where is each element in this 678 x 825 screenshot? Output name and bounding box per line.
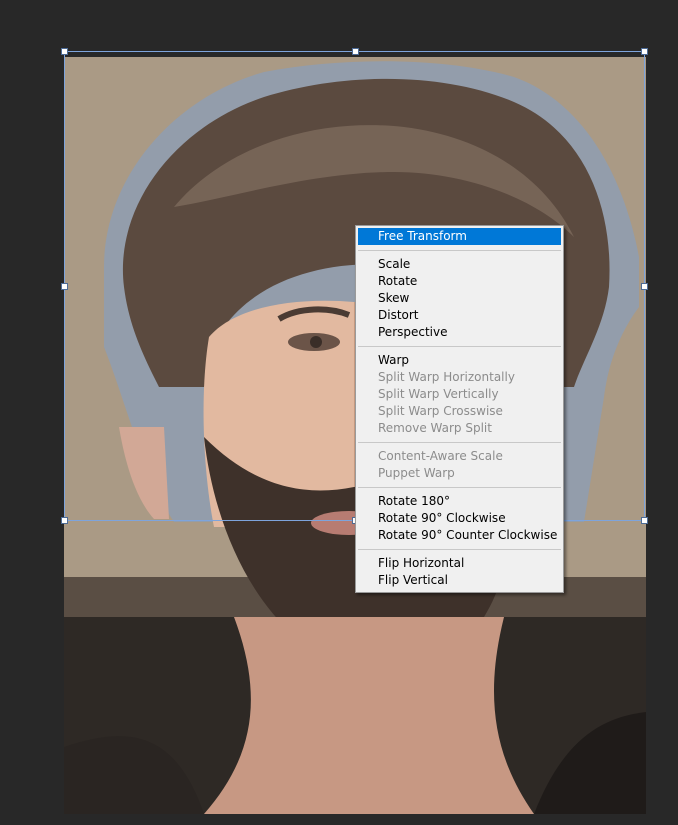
menu-item-scale[interactable]: Scale [358,256,561,273]
menu-item-split-warp-horizontally: Split Warp Horizontally [378,370,515,384]
menu-item-skew[interactable]: Skew [358,290,561,307]
menu-separator [358,250,561,251]
menu-item-split-warp-crosswise: Split Warp Crosswise [378,404,503,418]
menu-item-rotate-90-cw[interactable]: Rotate 90° Clockwise [358,510,561,527]
menu-separator [358,442,561,443]
menu-item-remove-warp-split: Remove Warp Split [378,421,492,435]
menu-separator [358,346,561,347]
menu-item-split-warp-vertically: Split Warp Vertically [378,387,499,401]
menu-item-free-transform[interactable]: Free Transform [358,228,561,245]
handle-bottom-right[interactable] [641,517,648,524]
handle-top-center[interactable] [352,48,359,55]
menu-item-puppet-warp: Puppet Warp [378,466,455,480]
menu-item-rotate-90-ccw[interactable]: Rotate 90° Counter Clockwise [358,527,561,544]
menu-separator [358,487,561,488]
handle-bottom-left[interactable] [61,517,68,524]
menu-item-flip-horizontal[interactable]: Flip Horizontal [358,555,561,572]
transform-context-menu: Free Transform Scale Rotate Skew Distort… [355,225,564,593]
menu-item-distort[interactable]: Distort [358,307,561,324]
handle-top-left[interactable] [61,48,68,55]
handle-middle-left[interactable] [61,283,68,290]
menu-item-content-aware-scale: Content-Aware Scale [378,449,503,463]
workspace: Free Transform Scale Rotate Skew Distort… [0,0,678,825]
handle-top-right[interactable] [641,48,648,55]
menu-item-flip-vertical[interactable]: Flip Vertical [358,572,561,589]
handle-middle-right[interactable] [641,283,648,290]
menu-item-warp[interactable]: Warp [358,352,561,369]
menu-separator [358,549,561,550]
menu-item-rotate-180[interactable]: Rotate 180° [358,493,561,510]
menu-item-rotate[interactable]: Rotate [358,273,561,290]
menu-item-perspective[interactable]: Perspective [358,324,561,341]
